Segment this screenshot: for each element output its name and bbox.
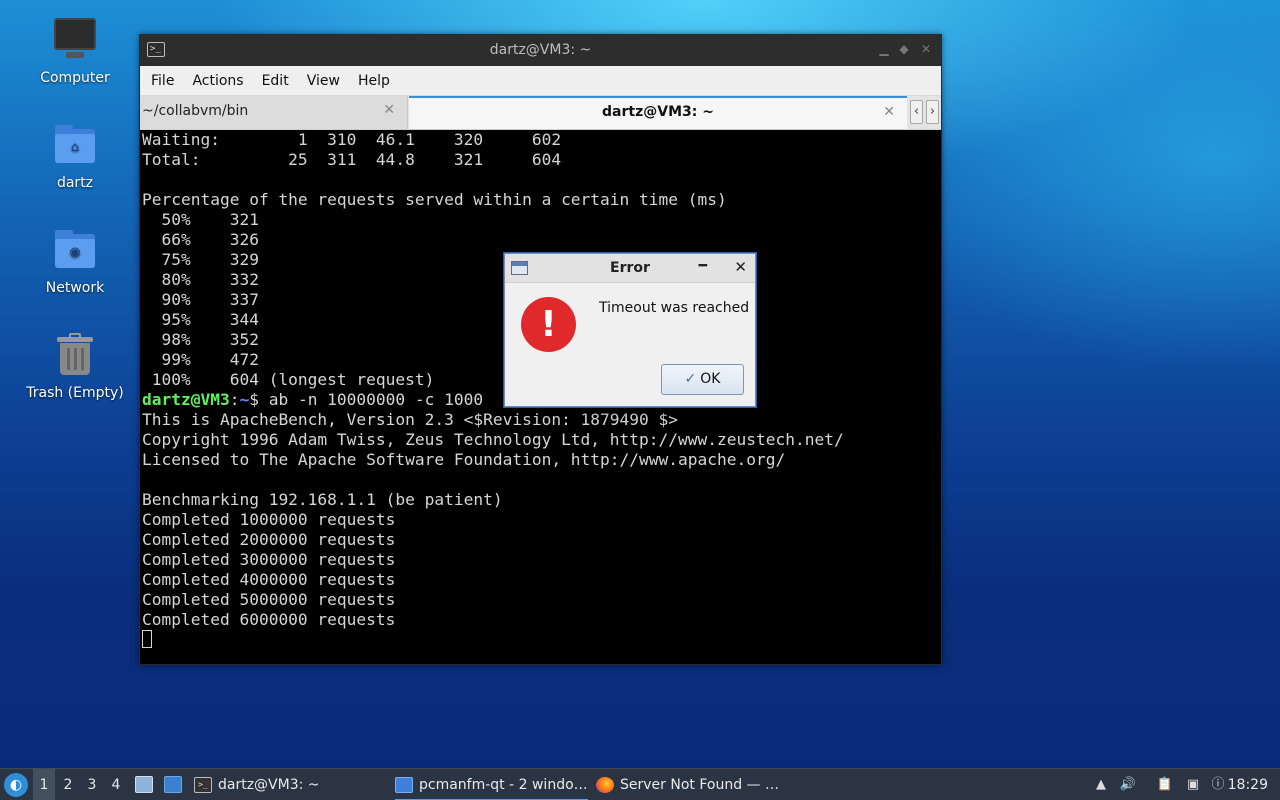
terminal-line: Completed 4000000 requests <box>142 570 396 589</box>
terminal-line: This is ApacheBench, Version 2.3 <$Revis… <box>142 410 679 429</box>
dialog-titlebar[interactable]: Error ━ ✕ <box>505 254 755 283</box>
terminal-line: Completed 3000000 requests <box>142 550 396 569</box>
workspace-4[interactable]: 4 <box>105 769 127 800</box>
task-pcmanfm[interactable]: pcmanfm-qt - 2 windo… <box>395 769 588 800</box>
clock[interactable]: 18:29 <box>1228 769 1268 800</box>
error-icon: ! <box>521 297 576 352</box>
workspace-2[interactable]: 2 <box>57 769 79 800</box>
prompt-path: ~ <box>239 390 250 409</box>
firefox-icon <box>596 777 614 793</box>
network-status-icon[interactable]: ▣ <box>1184 776 1202 794</box>
desktop-icon-computer[interactable]: Computer <box>20 16 130 86</box>
desktop-icon-label: dartz <box>56 175 94 191</box>
dialog-close-icon[interactable]: ✕ <box>734 258 747 276</box>
task-label: pcmanfm-qt - 2 windo… <box>419 777 588 793</box>
tab-close-icon[interactable]: ✕ <box>883 104 895 120</box>
close-icon[interactable]: ✕ <box>919 41 933 57</box>
menu-view[interactable]: View <box>298 73 349 89</box>
desktop-icon-trash[interactable]: Trash (Empty) <box>20 331 130 401</box>
terminal-line: Completed 2000000 requests <box>142 530 396 549</box>
trash-icon <box>51 331 99 379</box>
maximize-icon[interactable]: ◆ <box>897 41 911 57</box>
tab-label: ~/collabvm/bin <box>142 103 249 119</box>
task-label: dartz@VM3: ~ <box>218 777 320 793</box>
tab-scroll-left-icon[interactable]: ‹ <box>910 100 923 124</box>
terminal-line: 50% 321 <box>142 210 259 229</box>
menu-bar: File Actions Edit View Help <box>140 66 941 96</box>
start-menu-icon[interactable]: ◐ <box>4 773 28 797</box>
dialog-minimize-icon[interactable]: ━ <box>699 258 707 274</box>
ok-button-label: OK <box>700 371 721 387</box>
tab-home[interactable]: dartz@VM3: ~ ✕ <box>409 96 907 129</box>
dialog-message: Timeout was reached <box>599 300 750 316</box>
task-terminal[interactable]: >_ dartz@VM3: ~ <box>194 769 320 800</box>
desktop-icon-label: Network <box>45 280 105 296</box>
terminal-task-icon: >_ <box>194 777 212 793</box>
terminal-line: Completed 1000000 requests <box>142 510 396 529</box>
taskbar: ◐ 1 2 3 4 >_ dartz@VM3: ~ pcmanfm-qt - 2… <box>0 768 1280 800</box>
prompt-user: dartz@VM3 <box>142 390 230 409</box>
show-desktop-icon[interactable] <box>164 776 182 793</box>
volume-icon[interactable]: 🔊 <box>1119 776 1137 794</box>
clipboard-icon[interactable]: 📋 <box>1156 776 1174 794</box>
workspace-3[interactable]: 3 <box>81 769 103 800</box>
computer-icon <box>51 16 99 64</box>
terminal-cursor <box>142 630 152 648</box>
terminal-titlebar[interactable]: >_ dartz@VM3: ~ ▁ ◆ ✕ <box>140 35 941 66</box>
menu-help[interactable]: Help <box>349 73 399 89</box>
tab-bar: ~/collabvm/bin ✕ dartz@VM3: ~ ✕ ‹ › <box>140 96 941 130</box>
terminal-line: Completed 6000000 requests <box>142 610 396 629</box>
file-manager-launcher-icon[interactable] <box>135 776 153 793</box>
workspace-1[interactable]: 1 <box>33 769 55 800</box>
tab-collabvm-bin[interactable]: ~/collabvm/bin ✕ <box>140 96 408 129</box>
terminal-line: Copyright 1996 Adam Twiss, Zeus Technolo… <box>142 430 844 449</box>
terminal-line: Waiting: 1 310 46.1 320 602 <box>142 130 562 149</box>
prompt-command: $ ab -n 10000000 -c 1000 <box>249 390 484 409</box>
menu-edit[interactable]: Edit <box>253 73 298 89</box>
minimize-icon[interactable]: ▁ <box>877 41 891 57</box>
notification-icon[interactable]: ⓘ <box>1209 776 1227 794</box>
tab-close-icon[interactable]: ✕ <box>383 102 395 118</box>
terminal-line: Total: 25 311 44.8 321 604 <box>142 150 562 169</box>
task-firefox[interactable]: Server Not Found — … <box>596 769 779 800</box>
home-folder-icon: ⌂ <box>51 121 99 169</box>
menu-actions[interactable]: Actions <box>183 73 252 89</box>
terminal-line: Licensed to The Apache Software Foundati… <box>142 450 786 469</box>
prompt-separator: : <box>229 390 240 409</box>
window-title: dartz@VM3: ~ <box>489 42 592 58</box>
desktop-icon-home-folder[interactable]: ⌂ dartz <box>20 121 130 191</box>
tab-label: dartz@VM3: ~ <box>602 104 714 120</box>
terminal-line: Benchmarking 192.168.1.1 (be patient) <box>142 490 503 509</box>
terminal-line: 66% 326 <box>142 230 259 249</box>
terminal-cursor-line <box>142 630 939 650</box>
network-folder-icon: ◉ <box>51 226 99 274</box>
terminal-line: Completed 5000000 requests <box>142 590 396 609</box>
desktop-icon-network[interactable]: ◉ Network <box>20 226 130 296</box>
task-label: Server Not Found — … <box>620 777 779 793</box>
ok-button[interactable]: ✓ OK <box>661 364 744 395</box>
folder-task-icon <box>395 777 413 793</box>
tray-expand-icon[interactable]: ▲ <box>1092 776 1110 794</box>
dialog-title: Error <box>610 260 650 276</box>
check-icon: ✓ <box>684 371 697 387</box>
desktop-icon-label: Computer <box>40 70 110 86</box>
desktop-icon-label: Trash (Empty) <box>26 385 124 401</box>
terminal-line: Percentage of the requests served within… <box>142 190 727 209</box>
error-dialog[interactable]: Error ━ ✕ ! Timeout was reached ✓ OK <box>504 253 756 407</box>
menu-file[interactable]: File <box>142 73 183 89</box>
tab-scroll-right-icon[interactable]: › <box>926 100 939 124</box>
